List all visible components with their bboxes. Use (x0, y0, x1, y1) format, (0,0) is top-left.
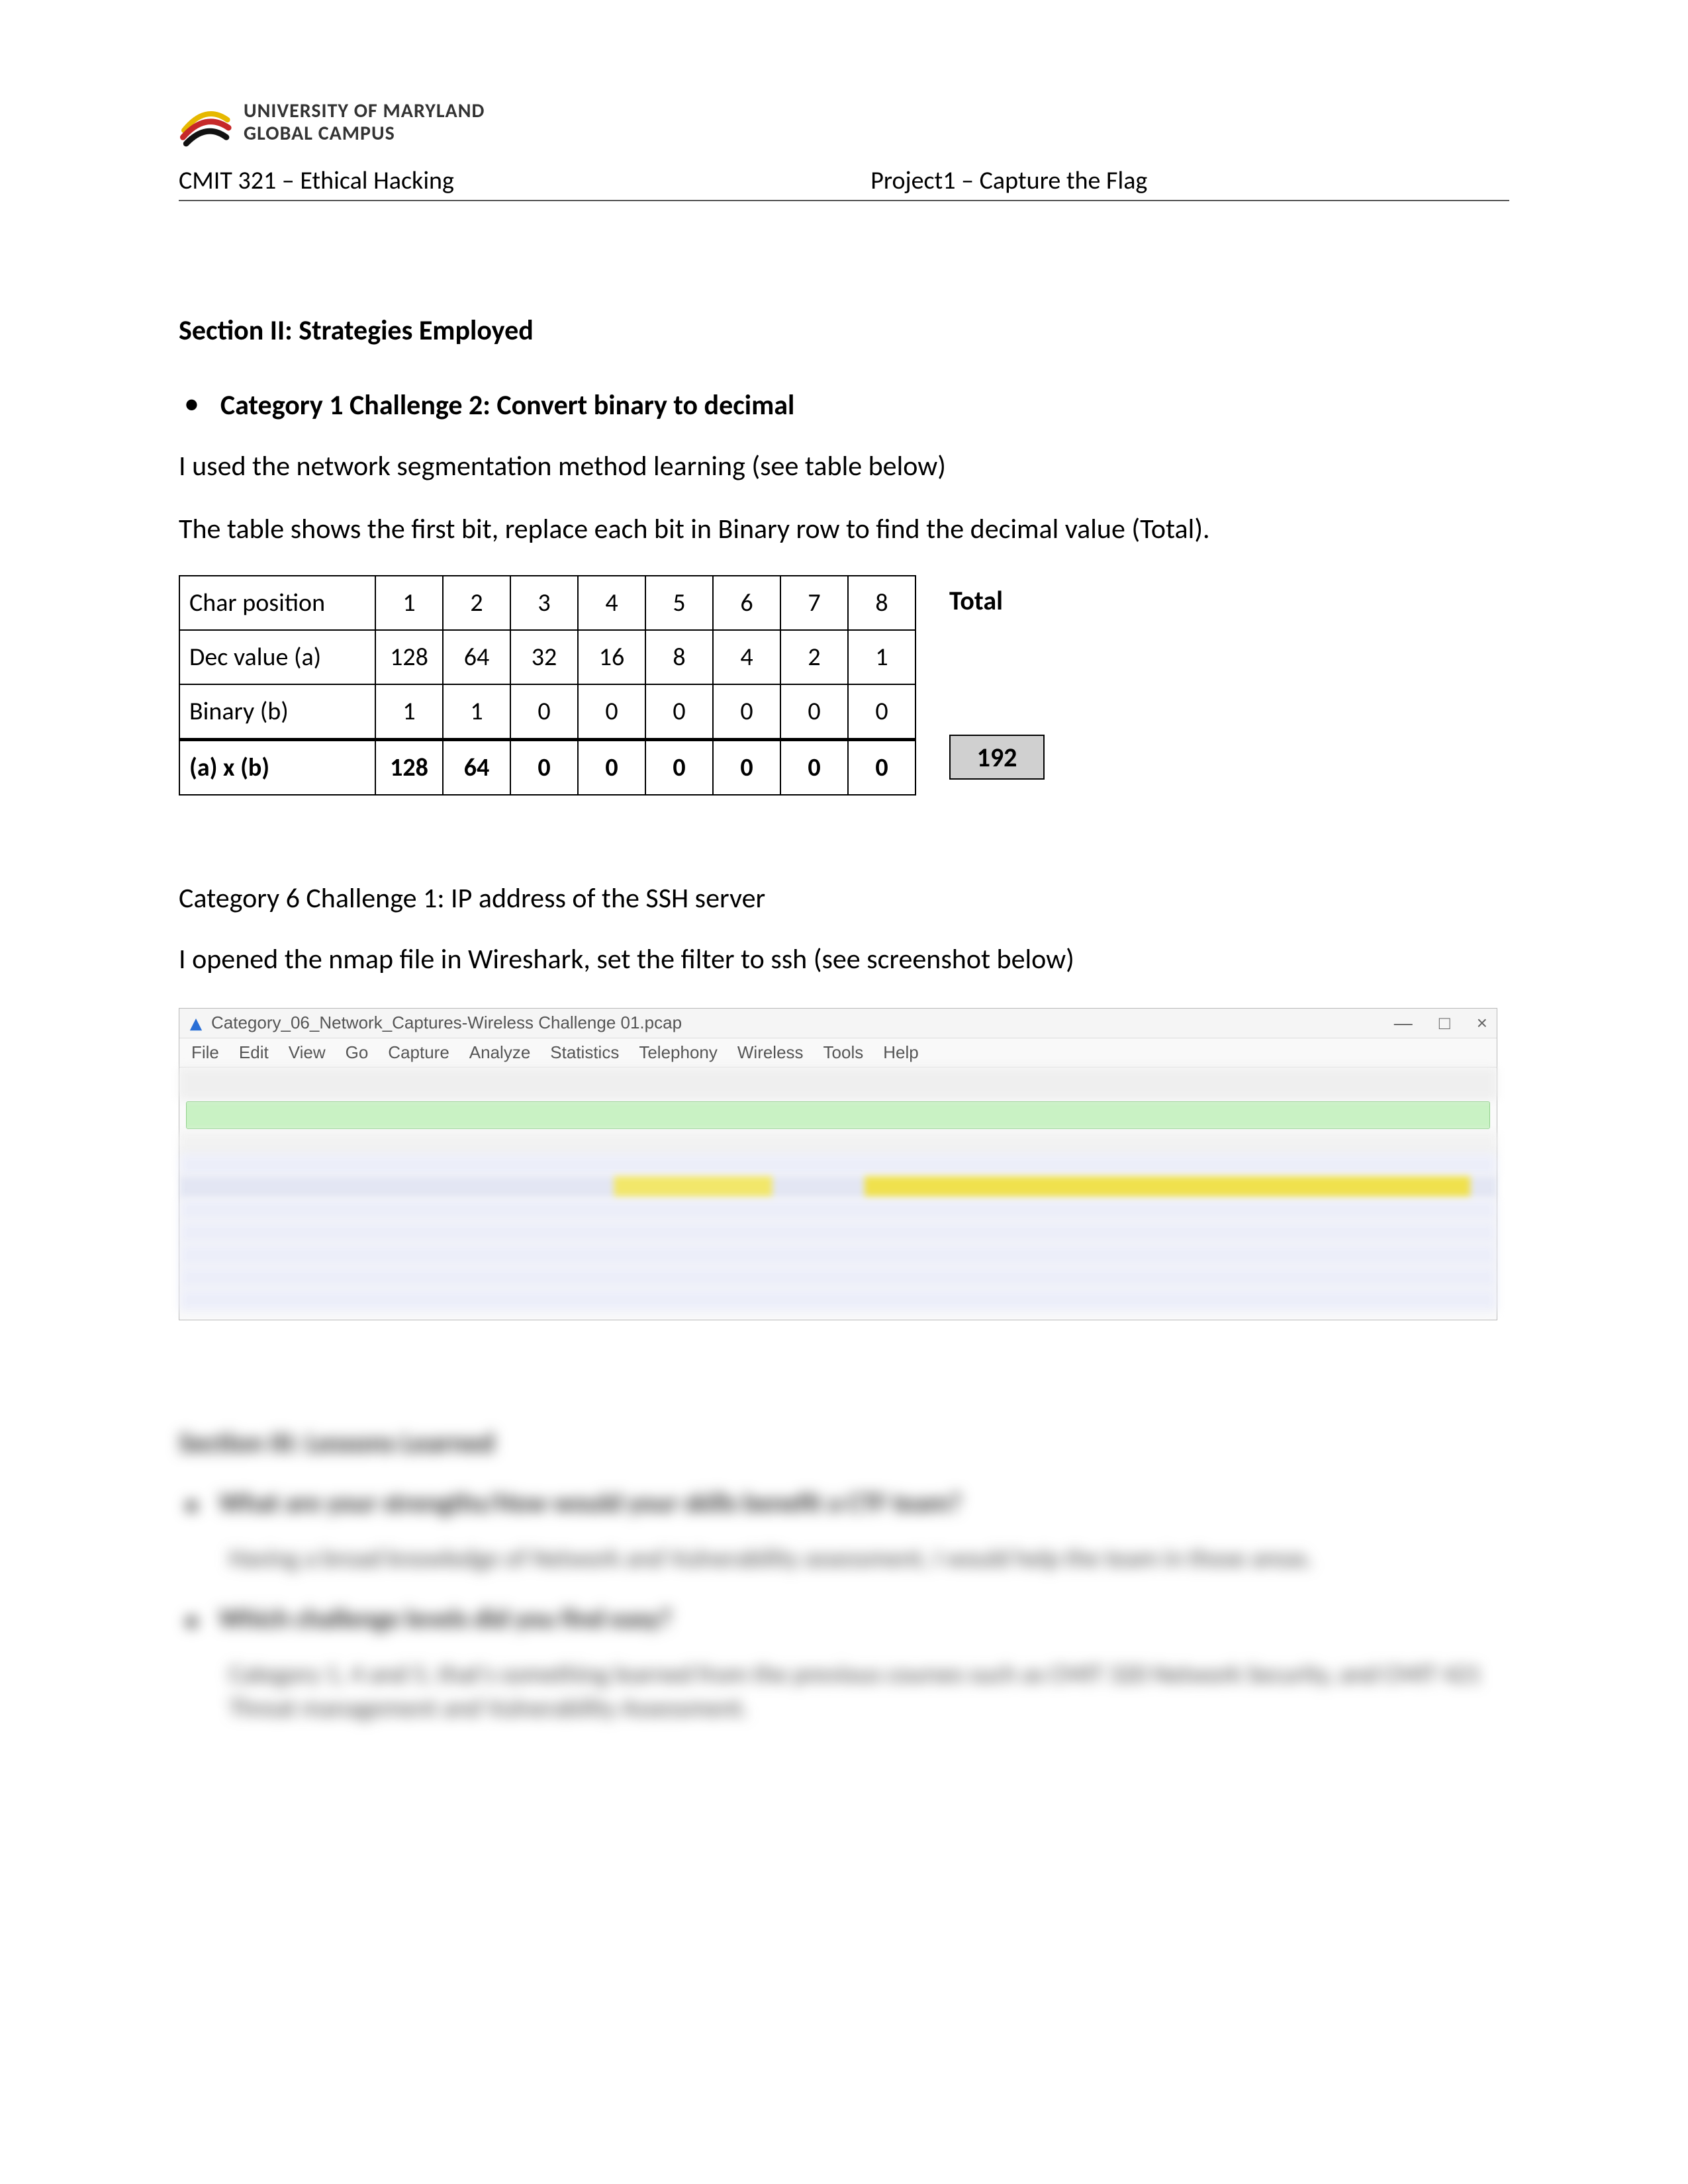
window-controls: — □ × (1394, 1013, 1487, 1034)
institution-line2: GLOBAL CAMPUS (244, 122, 485, 146)
menu-telephony[interactable]: Telephony (639, 1042, 718, 1063)
course-code: CMIT 321 – Ethical Hacking (179, 165, 870, 196)
menu-edit[interactable]: Edit (239, 1042, 269, 1063)
section-3-blurred: Section III: Lessons Learned • What are … (179, 1426, 1509, 1726)
binary-table-wrap: Char position 1 2 3 4 5 6 7 8 Dec value … (179, 575, 1509, 796)
binary-table: Char position 1 2 3 4 5 6 7 8 Dec value … (179, 575, 916, 796)
wireshark-window: Category_06_Network_Captures-Wireless Ch… (179, 1008, 1497, 1320)
total-column: Total 192 (916, 575, 1045, 780)
wireshark-packet-list (179, 1154, 1497, 1311)
menu-statistics[interactable]: Statistics (550, 1042, 619, 1063)
close-icon[interactable]: × (1477, 1013, 1487, 1034)
section-2-title: Section II: Strategies Employed (179, 314, 1509, 347)
menu-view[interactable]: View (289, 1042, 326, 1063)
packet-row-highlighted[interactable] (179, 1176, 1497, 1199)
maximize-icon[interactable]: □ (1439, 1013, 1450, 1034)
institution-name: UNIVERSITY OF MARYLAND GLOBAL CAMPUS (244, 100, 485, 146)
institution-line1: UNIVERSITY OF MARYLAND (244, 100, 485, 123)
page-header: CMIT 321 – Ethical Hacking Project1 – Ca… (179, 165, 1509, 201)
wireshark-filter-bar[interactable] (186, 1101, 1490, 1129)
category-1-para-2: The table shows the first bit, replace e… (179, 512, 1509, 548)
wireshark-column-headers (179, 1132, 1497, 1154)
bullet-icon: • (184, 1486, 199, 1524)
packet-row[interactable] (179, 1199, 1497, 1221)
packet-row[interactable] (179, 1289, 1497, 1311)
menu-capture[interactable]: Capture (388, 1042, 449, 1063)
table-row: Binary (b) 1 1 0 0 0 0 0 0 (179, 684, 915, 740)
wireshark-toolbar (179, 1068, 1497, 1099)
category-1-para-1: I used the network segmentation method l… (179, 449, 1509, 485)
project-title: Project1 – Capture the Flag (870, 165, 1509, 196)
menu-go[interactable]: Go (346, 1042, 369, 1063)
menu-file[interactable]: File (191, 1042, 219, 1063)
total-value: 192 (949, 735, 1045, 780)
minimize-icon[interactable]: — (1394, 1013, 1413, 1034)
blurred-q2: Which challenge levels did you find easy… (219, 1602, 672, 1639)
blurred-q1: What are your strengths/How would your s… (219, 1486, 962, 1524)
packet-row[interactable] (179, 1221, 1497, 1244)
table-row: Dec value (a) 128 64 32 16 8 4 2 1 (179, 630, 915, 684)
menu-analyze[interactable]: Analyze (469, 1042, 531, 1063)
menu-tools[interactable]: Tools (823, 1042, 864, 1063)
category-1-bullet: • Category 1 Challenge 2: Convert binary… (179, 388, 1509, 422)
bullet-icon: • (184, 1602, 199, 1639)
packet-row[interactable] (179, 1154, 1497, 1176)
packet-row[interactable] (179, 1266, 1497, 1289)
table-row: Char position 1 2 3 4 5 6 7 8 (179, 576, 915, 630)
category-1-heading: Category 1 Challenge 2: Convert binary t… (220, 388, 794, 422)
wireshark-fin-icon (189, 1016, 203, 1030)
umgc-logo (179, 96, 232, 149)
table-row-result: (a) x (b) 128 64 0 0 0 0 0 0 (179, 740, 915, 796)
institution-header: UNIVERSITY OF MARYLAND GLOBAL CAMPUS (179, 96, 1509, 149)
blurred-a2: Category 1, 4 and 5, that's something le… (229, 1658, 1509, 1726)
category-6-heading: Category 6 Challenge 1: IP address of th… (179, 882, 1509, 915)
wireshark-file-title: Category_06_Network_Captures-Wireless Ch… (211, 1013, 682, 1033)
menu-wireless[interactable]: Wireless (737, 1042, 804, 1063)
section-3-title: Section III: Lessons Learned (179, 1426, 1509, 1460)
wireshark-menubar: File Edit View Go Capture Analyze Statis… (179, 1038, 1497, 1068)
wireshark-titlebar: Category_06_Network_Captures-Wireless Ch… (179, 1009, 1497, 1038)
menu-help[interactable]: Help (883, 1042, 918, 1063)
total-label: Total (949, 584, 1045, 617)
category-6-para-1: I opened the nmap file in Wireshark, set… (179, 942, 1509, 978)
bullet-icon: • (184, 388, 199, 419)
blurred-a1: Having a broad knowledge of Network and … (229, 1542, 1509, 1576)
packet-row[interactable] (179, 1244, 1497, 1266)
